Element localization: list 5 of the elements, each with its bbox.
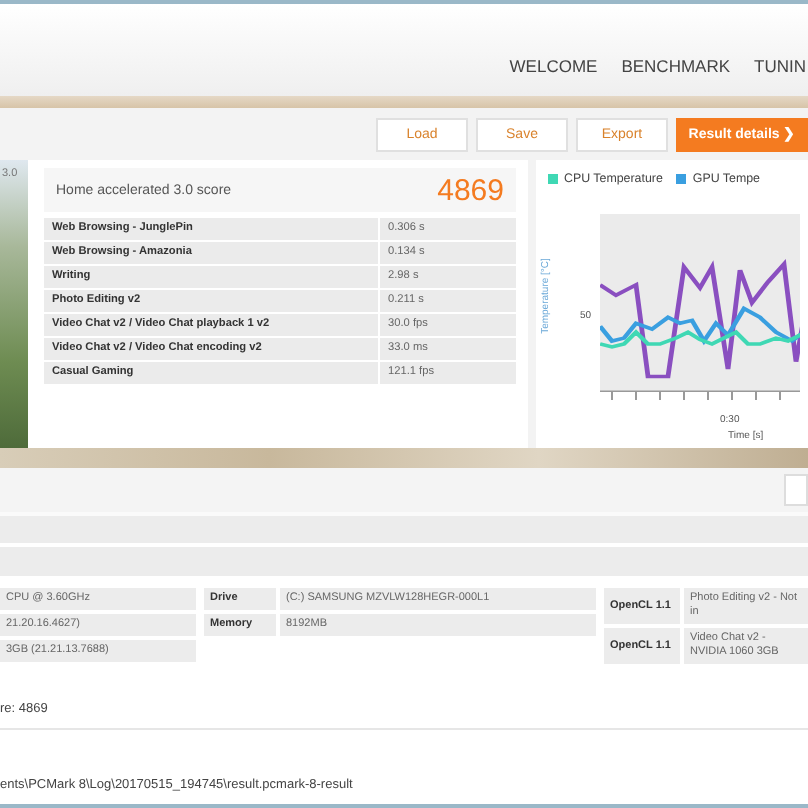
score-value: 4869 <box>437 173 504 207</box>
nav-link[interactable]: BENCHMARK <box>621 56 731 76</box>
nav-link[interactable]: TUNIN <box>754 56 806 76</box>
panel-button[interactable] <box>784 474 808 506</box>
nav-link[interactable]: WELCOME <box>509 56 598 76</box>
